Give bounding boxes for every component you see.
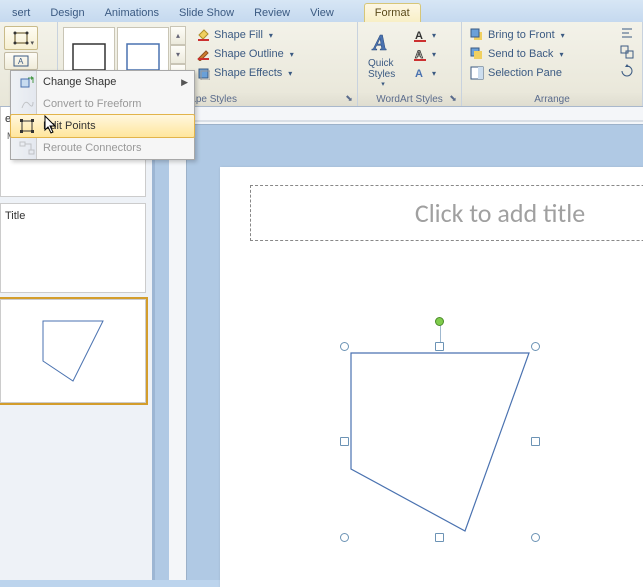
shape-effects-button[interactable]: Shape Effects▾ (192, 64, 298, 82)
freeform-icon (19, 96, 35, 112)
chevron-right-icon: ▶ (181, 77, 188, 88)
reroute-icon (19, 140, 35, 156)
group-button[interactable] (616, 43, 638, 61)
rotate-button[interactable] (616, 62, 638, 80)
text-outline-button[interactable]: A▾ (408, 45, 440, 63)
selection-pane-button[interactable]: Selection Pane (466, 64, 638, 82)
slide-thumbnails-pane[interactable]: e 01/01/1999 My text Title (0, 107, 155, 580)
group-label-wordart: WordArt Styles (376, 94, 443, 105)
tab-insert[interactable]: sert (2, 4, 40, 22)
handle-se[interactable] (531, 533, 540, 542)
svg-text:A: A (371, 30, 387, 56)
tab-design[interactable]: Design (40, 4, 94, 22)
handle-e[interactable] (531, 437, 540, 446)
svg-text:A: A (415, 68, 423, 80)
tab-review[interactable]: Review (244, 4, 300, 22)
tab-animations[interactable]: Animations (95, 4, 169, 22)
send-to-back-button[interactable]: Send to Back▾ (466, 45, 638, 63)
wordart-launcher[interactable]: ⬊ (447, 93, 459, 105)
text-effects-button[interactable]: A▾ (408, 64, 440, 82)
svg-text:A: A (18, 57, 24, 66)
handle-sw[interactable] (340, 533, 349, 542)
send-back-icon (470, 47, 484, 61)
slide-canvas[interactable]: Click to add title (220, 167, 643, 587)
edit-points-icon (19, 118, 35, 134)
textbox-button[interactable]: A (4, 52, 38, 70)
tab-view[interactable]: View (300, 4, 344, 22)
group-label-arrange: Arrange (534, 94, 570, 105)
menu-edit-points[interactable]: Edit Points (10, 114, 195, 138)
change-shape-icon (19, 74, 35, 90)
text-fill-button[interactable]: A▾ (408, 26, 440, 44)
effects-icon (196, 66, 210, 80)
menu-change-shape[interactable]: Change Shape ▶ (11, 71, 194, 93)
menu-change-shape-label: Change Shape (39, 76, 181, 88)
tab-slideshow[interactable]: Slide Show (169, 4, 244, 22)
handle-s[interactable] (435, 533, 444, 542)
menu-convert-label: Convert to Freeform (39, 98, 188, 110)
thumb-2-title: Title (5, 210, 141, 222)
selection-pane-icon (470, 66, 484, 80)
slide-editor[interactable]: Click to add title (155, 107, 643, 580)
ribbon-tabs: sert Design Animations Slide Show Review… (0, 0, 643, 22)
shape-fill-button[interactable]: Shape Fill▾ (192, 26, 298, 44)
bring-to-front-button[interactable]: Bring to Front▾ (466, 26, 638, 44)
handle-w[interactable] (340, 437, 349, 446)
ruler-horizontal (187, 107, 643, 125)
menu-reroute-label: Reroute Connectors (39, 142, 188, 154)
handle-n[interactable] (435, 342, 444, 351)
shapestyles-launcher[interactable]: ⬊ (343, 93, 355, 105)
slide-thumb-2[interactable]: Title (0, 203, 146, 293)
align-button[interactable] (616, 24, 638, 42)
menu-reroute-connectors: Reroute Connectors (11, 137, 194, 159)
title-placeholder[interactable]: Click to add title (250, 185, 643, 241)
menu-edit-points-label: Edit Points (39, 120, 188, 132)
handle-ne[interactable] (531, 342, 540, 351)
handle-nw[interactable] (340, 342, 349, 351)
workspace: e 01/01/1999 My text Title Click to add … (0, 107, 643, 580)
wordart-a-icon: A (369, 28, 397, 58)
ruler-vertical (169, 125, 187, 580)
tab-format[interactable]: Format (364, 3, 421, 22)
bring-front-icon (470, 28, 484, 42)
edit-shape-menu: Change Shape ▶ Convert to Freeform Edit … (10, 70, 195, 160)
menu-convert-freeform: Convert to Freeform (11, 93, 194, 115)
edit-shape-button[interactable]: ▾ (4, 26, 38, 50)
rotate-handle[interactable] (435, 317, 444, 326)
slide-thumb-3[interactable] (0, 299, 146, 403)
pencil-icon (196, 47, 210, 61)
shape-outline-button[interactable]: Shape Outline▾ (192, 45, 298, 63)
quick-styles-button[interactable]: A Quick Styles▾ (362, 26, 404, 90)
selected-shape[interactable] (345, 347, 535, 537)
bucket-icon (196, 28, 210, 42)
